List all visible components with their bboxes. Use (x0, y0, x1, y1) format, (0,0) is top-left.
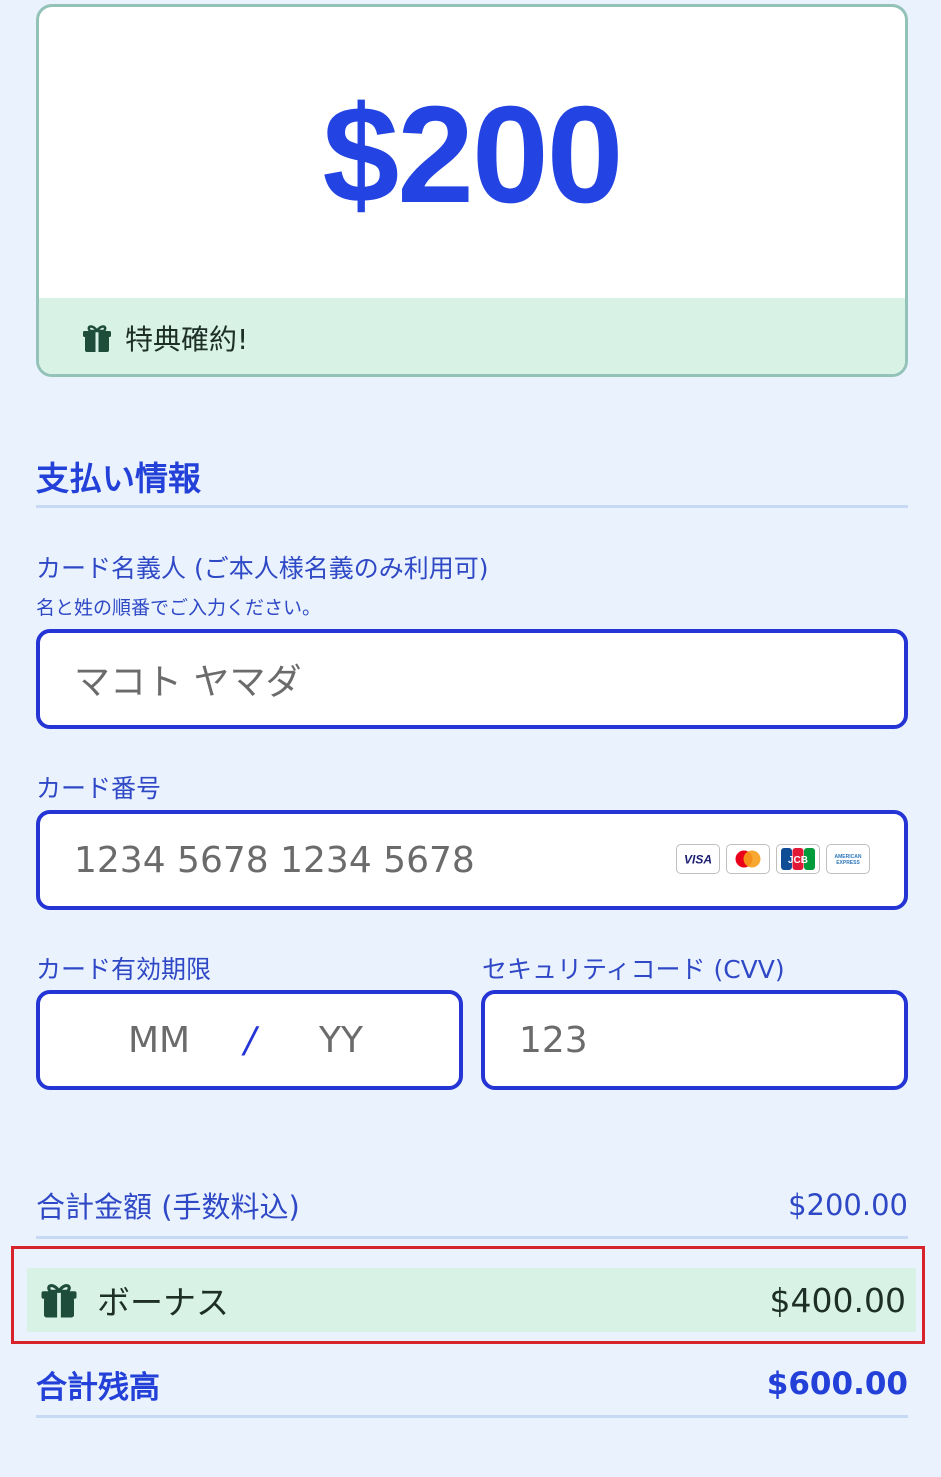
bonus-row: ボーナス $400.00 (27, 1268, 916, 1332)
balance-divider (36, 1415, 908, 1418)
amex-icon: AMERICAN EXPRESS (826, 844, 870, 874)
balance-row: 合計残高 $600.00 (36, 1362, 908, 1406)
gift-icon (83, 324, 111, 352)
total-label: 合計金額 (手数料込) (36, 1190, 300, 1224)
cardholder-input[interactable]: マコト ヤマダ (36, 629, 908, 729)
jcb-icon: JCB (776, 844, 820, 874)
card-number-placeholder: 1234 5678 1234 5678 (74, 839, 475, 881)
expiry-input[interactable]: MM / YY (36, 990, 463, 1090)
cardholder-placeholder: マコト ヤマダ (74, 662, 302, 703)
balance-value: $600.00 (766, 1366, 908, 1402)
expiry-year-placeholder[interactable]: YY (319, 1020, 363, 1061)
perk-banner: 特典確約! (39, 298, 905, 374)
visa-icon: VISA (676, 844, 720, 874)
balance-label: 合計残高 (36, 1369, 160, 1406)
gift-icon (41, 1284, 77, 1318)
svg-text:VISA: VISA (684, 853, 712, 867)
expiry-month-placeholder[interactable]: MM (128, 1020, 190, 1061)
cardholder-label: カード名義人 (ご本人様名義のみ利用可) (36, 554, 489, 583)
selected-amount-card[interactable]: $200 特典確約! (36, 4, 908, 377)
perk-text: 特典確約! (125, 322, 249, 356)
expiry-separator: / (244, 1019, 257, 1061)
cvv-input[interactable]: 123 (481, 990, 908, 1090)
card-brand-logos: VISA JCB AMERICAN EXPRESS (676, 844, 870, 874)
bonus-label: ボーナス (97, 1283, 229, 1322)
section-title: 支払い情報 (36, 459, 201, 498)
payment-page: $200 特典確約! 支払い情報 カード名義人 (ご本人様名義のみ利用可) 名と… (0, 0, 941, 1477)
mastercard-icon (726, 844, 770, 874)
section-divider (36, 505, 908, 508)
bonus-value: $400.00 (769, 1280, 906, 1320)
svg-text:EXPRESS: EXPRESS (836, 860, 860, 866)
card-number-input[interactable]: 1234 5678 1234 5678 VISA JCB AMERICAN EX… (36, 810, 908, 910)
cvv-label: セキュリティコード (CVV) (482, 955, 785, 984)
total-value: $200.00 (788, 1188, 908, 1222)
total-row: 合計金額 (手数料込) $200.00 (36, 1183, 908, 1227)
amount-value: $200 (322, 78, 624, 232)
card-number-label: カード番号 (36, 774, 162, 803)
expiry-label: カード有効期限 (36, 955, 212, 984)
svg-text:JCB: JCB (788, 855, 808, 866)
total-divider (36, 1236, 908, 1239)
cardholder-hint: 名と姓の順番でご入力ください。 (36, 597, 322, 619)
cvv-placeholder: 123 (519, 1019, 588, 1061)
